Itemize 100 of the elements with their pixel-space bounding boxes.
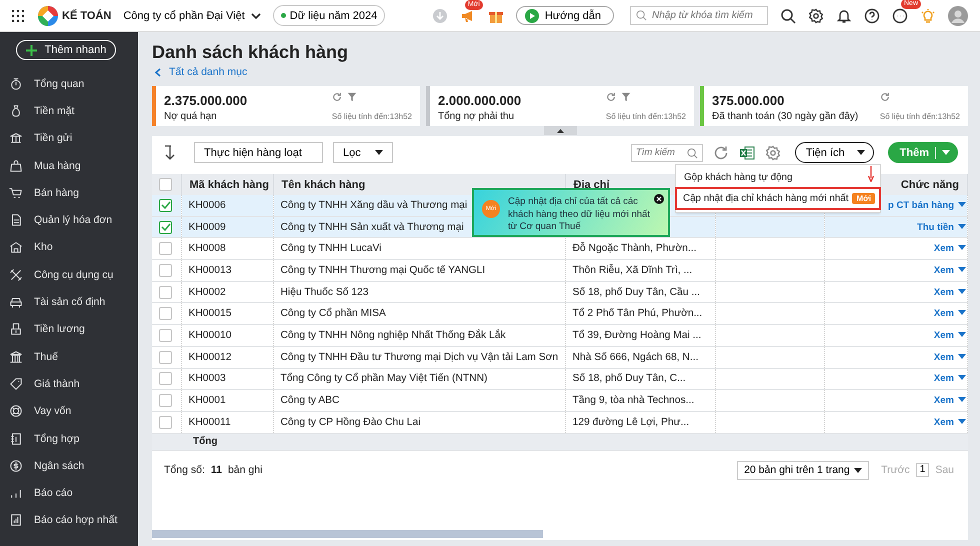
- caret-icon[interactable]: [374, 150, 383, 155]
- collapse-tab[interactable]: [544, 126, 576, 135]
- scrollbar[interactable]: [152, 530, 543, 538]
- lightbulb-icon[interactable]: [920, 8, 936, 24]
- checkbox[interactable]: [159, 416, 172, 429]
- action-link[interactable]: Xem: [934, 373, 954, 384]
- close-icon[interactable]: [654, 194, 664, 204]
- table-cell: Công ty TNHH Đầu tư Thương mại Dịch vụ Vận tải Lam Sơn: [280, 352, 558, 363]
- chat-icon[interactable]: [892, 8, 908, 24]
- refresh-icon[interactable]: [712, 144, 729, 160]
- sidebar-item[interactable]: Báo cáo hợp nhất: [0, 506, 138, 534]
- sidebar-item[interactable]: Vay vốn: [0, 398, 138, 425]
- table-cell: Tầng 9, tòa nhà Technos...: [572, 395, 694, 406]
- filter-dropdown[interactable]: Lọc: [333, 142, 393, 163]
- page-number[interactable]: 1: [916, 463, 930, 478]
- refresh-icon[interactable]: [880, 92, 890, 102]
- table-cell: Công ty TNHH Sản xuất và Thương mại: [280, 222, 464, 233]
- avatar[interactable]: [948, 6, 968, 26]
- checkbox[interactable]: [159, 328, 172, 342]
- search-field[interactable]: Tìm kiếm: [630, 144, 703, 162]
- sidebar-item[interactable]: Thuế: [0, 342, 138, 370]
- quick-add-button[interactable]: Thêm nhanh: [16, 40, 116, 60]
- table-cell: Công ty TNHH Thương mại Quốc tế YANGLI: [280, 264, 486, 276]
- sidebar-item[interactable]: Ngân sách: [0, 452, 138, 480]
- guide-button[interactable]: Hướng dẫn: [516, 6, 614, 25]
- checkbox[interactable]: [159, 394, 172, 408]
- card-value: 375.000.000: [712, 93, 786, 108]
- help-icon[interactable]: [864, 8, 880, 24]
- checkbox[interactable]: [159, 178, 172, 191]
- card-note: Số liệu tính đến:13h52: [880, 112, 960, 121]
- chevron-left-icon[interactable]: [154, 68, 161, 76]
- back-link[interactable]: Tất cả danh mục: [154, 66, 248, 78]
- menu-item[interactable]: Cập nhật địa chỉ khách hàng mới nhất Mới: [675, 187, 881, 210]
- sidebar-item[interactable]: Kho: [0, 234, 138, 262]
- search-field[interactable]: Nhập từ khóa tìm kiếm: [630, 6, 768, 25]
- table-cell: KH0008: [188, 243, 226, 254]
- action-link[interactable]: Xem: [934, 352, 954, 363]
- action-link[interactable]: p CT bán hàng: [888, 200, 954, 211]
- sidebar-item[interactable]: Tiền gửi: [0, 124, 138, 152]
- sidebar-item[interactable]: Quản lý hóa đơn: [0, 206, 138, 234]
- checkbox[interactable]: [159, 264, 172, 277]
- checkbox[interactable]: [159, 286, 172, 299]
- caret-icon[interactable]: [854, 468, 862, 473]
- lifebuoy-icon: [9, 404, 23, 418]
- checkbox[interactable]: [159, 242, 172, 256]
- filter-icon[interactable]: [620, 92, 631, 102]
- warehouse-icon: [9, 240, 23, 254]
- triangle-up-icon[interactable]: [556, 128, 564, 132]
- excel-icon[interactable]: [738, 144, 755, 160]
- action-link[interactable]: Xem: [934, 395, 954, 406]
- year-selector[interactable]: Dữ liệu năm 2024: [272, 5, 386, 26]
- sidebar-item[interactable]: Mua hàng: [0, 152, 138, 180]
- card-value: 2.375.000.000: [164, 93, 248, 108]
- sidebar-item[interactable]: Tổng hợp: [0, 424, 138, 452]
- sidebar-item[interactable]: Bán hàng: [0, 179, 138, 206]
- sidebar-item[interactable]: Công cụ dụng cụ: [0, 261, 138, 288]
- sidebar-item[interactable]: Báo cáo: [0, 479, 138, 507]
- apps-grid-icon[interactable]: [12, 10, 24, 22]
- checkbox[interactable]: [159, 220, 172, 234]
- bulk-action-dropdown[interactable]: Thực hiện hàng loạt: [194, 142, 323, 163]
- sidebar-item[interactable]: Tài sản cố định: [0, 288, 138, 316]
- play-icon[interactable]: [524, 8, 539, 22]
- utilities-button[interactable]: Tiện ích: [794, 142, 874, 163]
- action-link[interactable]: Xem: [934, 308, 954, 320]
- refresh-icon[interactable]: [606, 92, 616, 102]
- checkbox[interactable]: [159, 372, 172, 386]
- plus-icon[interactable]: [26, 44, 37, 56]
- card-note: Số liệu tính đến:13h52: [332, 112, 412, 121]
- action-link[interactable]: Thu tiền: [917, 222, 954, 233]
- checkbox[interactable]: [159, 307, 172, 320]
- checkbox[interactable]: [159, 350, 172, 364]
- sidebar-item[interactable]: Tiền lương: [0, 316, 138, 343]
- card-label: Nợ quá hạn: [164, 110, 218, 122]
- sidebar-item[interactable]: Giá thành: [0, 370, 138, 398]
- filter-icon[interactable]: [346, 92, 357, 102]
- company-selector[interactable]: Công ty cổ phần Đại Việt: [123, 10, 261, 22]
- search-icon[interactable]: [780, 8, 796, 24]
- new-badge: Mới: [852, 193, 876, 204]
- action-link[interactable]: Xem: [934, 286, 954, 298]
- action-link[interactable]: Xem: [934, 330, 954, 341]
- tooltip-text: Cập nhật địa chỉ của tất cả các khách hàng theo dữ liệu mới nhất từ Cơ quan Thuế: [508, 196, 651, 234]
- bell-icon[interactable]: [836, 8, 852, 24]
- sidebar-item[interactable]: Tiền mặt: [0, 97, 138, 125]
- chevron-down-icon[interactable]: [250, 12, 261, 18]
- settings-icon[interactable]: [808, 8, 824, 24]
- table-cell: Công ty TNHH LucaVi: [280, 243, 382, 254]
- bank-icon: [9, 350, 23, 364]
- table-cell: KH00012: [188, 352, 232, 363]
- action-link[interactable]: Xem: [934, 264, 954, 276]
- tag-icon: [9, 376, 23, 391]
- action-link[interactable]: Xem: [934, 243, 954, 254]
- action-link[interactable]: Xem: [934, 416, 954, 428]
- refresh-icon[interactable]: [332, 92, 342, 102]
- table-cell: Công ty ABC: [280, 395, 340, 406]
- checkbox[interactable]: [159, 198, 172, 212]
- app-name: KẾ TOÁN: [62, 10, 112, 22]
- table-cell: Công ty Cổ phần MISA: [280, 308, 386, 320]
- sidebar-item[interactable]: Tổng quan: [0, 70, 138, 98]
- page-size-dropdown[interactable]: 20 bản ghi trên 1 trang: [737, 460, 870, 480]
- caret-icon[interactable]: [856, 150, 865, 155]
